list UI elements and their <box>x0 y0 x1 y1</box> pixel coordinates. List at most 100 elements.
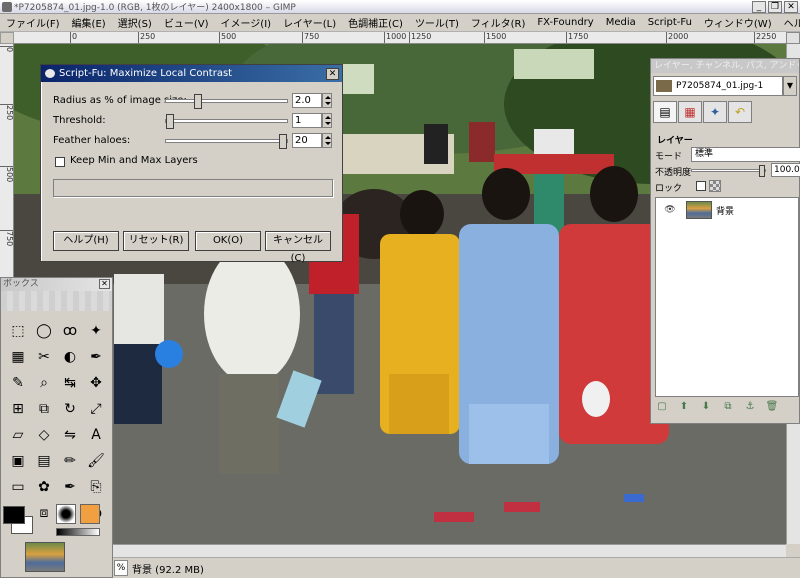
layer-actions: ▢ ⬆ ⬇ ⧉ ⚓ 🗑 <box>655 401 779 412</box>
delete-layer-icon[interactable]: 🗑 <box>765 401 779 412</box>
help-button[interactable]: ヘルプ(H) <box>53 231 119 251</box>
horizontal-ruler[interactable]: 0 250 500 750 1000 1250 1500 1750 2000 2… <box>14 32 786 44</box>
gradient-selector[interactable] <box>56 528 100 536</box>
pencil-icon[interactable]: ✏ <box>57 448 83 474</box>
fuzzy-select-icon[interactable]: ✦ <box>83 318 109 344</box>
quick-mask-corner[interactable] <box>0 32 14 44</box>
menu-windows[interactable]: ウィンドウ(W) <box>698 15 778 30</box>
ruler-tick: 1500 <box>484 32 506 43</box>
shear-icon[interactable]: ▱ <box>5 422 31 448</box>
airbrush-icon[interactable]: ✿ <box>31 474 57 500</box>
eraser-icon[interactable]: ▭ <box>5 474 31 500</box>
menu-help[interactable]: ヘルプ(H) <box>778 15 800 30</box>
close-button[interactable]: ✕ <box>784 1 798 13</box>
menu-image[interactable]: イメージ(I) <box>215 15 278 30</box>
feather-label: Feather haloes: <box>53 135 131 146</box>
menu-script-fu[interactable]: Script-Fu <box>642 17 698 28</box>
foreground-color-swatch[interactable] <box>3 506 25 524</box>
clone-icon[interactable]: ⎘ <box>83 474 109 500</box>
feather-spin-input[interactable]: 20 <box>292 133 322 148</box>
blend-icon[interactable]: ▤ <box>31 448 57 474</box>
opacity-slider-thumb[interactable] <box>759 165 765 177</box>
paths-tab-icon[interactable]: ✦ <box>703 101 727 123</box>
menu-filters[interactable]: フィルタ(R) <box>465 15 532 30</box>
menu-file[interactable]: ファイル(F) <box>0 15 66 30</box>
lasso-icon[interactable]: ꝏ <box>57 318 83 344</box>
rotate-icon[interactable]: ↻ <box>57 396 83 422</box>
raise-layer-icon[interactable]: ⬆ <box>677 401 691 412</box>
horizontal-scrollbar[interactable] <box>14 544 786 557</box>
lower-layer-icon[interactable]: ⬇ <box>699 401 713 412</box>
menu-layer[interactable]: レイヤー(L) <box>277 15 342 30</box>
menu-colors[interactable]: 色調補正(C) <box>342 15 409 30</box>
scissors-icon[interactable]: ✂ <box>31 344 57 370</box>
feather-slider-thumb[interactable] <box>279 134 287 149</box>
cancel-button[interactable]: キャンセル(C) <box>265 231 331 264</box>
channels-tab-icon[interactable]: ▦ <box>678 101 702 123</box>
align-icon[interactable]: ⊞ <box>5 396 31 422</box>
paintbrush-icon[interactable]: 🖌 <box>83 448 109 474</box>
radius-spin-input[interactable]: 2.0 <box>292 93 322 108</box>
lock-checkbox[interactable] <box>696 181 706 191</box>
anchor-layer-icon[interactable]: ⚓ <box>743 401 757 412</box>
rect-select-icon[interactable]: ⬚ <box>5 318 31 344</box>
layers-dock-title: レイヤー, チャンネル, パス, アンドゥ <box>651 59 799 73</box>
radius-slider[interactable] <box>165 94 288 109</box>
flip-icon[interactable]: ⇋ <box>57 422 83 448</box>
threshold-slider-thumb[interactable] <box>166 114 174 129</box>
foreground-select-icon[interactable]: ◐ <box>57 344 83 370</box>
brush-selector[interactable] <box>56 504 76 524</box>
dialog-close-button[interactable]: ✕ <box>326 68 339 80</box>
ellipse-select-icon[interactable]: ◯ <box>31 318 57 344</box>
measure-icon[interactable]: ↹ <box>57 370 83 396</box>
perspective-icon[interactable]: ◇ <box>31 422 57 448</box>
layers-tab-icon[interactable]: ▤ <box>653 101 677 123</box>
ink-icon[interactable]: ✒ <box>57 474 83 500</box>
active-image-thumbnail[interactable] <box>25 542 65 572</box>
undo-tab-icon[interactable]: ↶ <box>728 101 752 123</box>
threshold-spin-input[interactable]: 1 <box>292 113 322 128</box>
bucket-fill-icon[interactable]: ▣ <box>5 448 31 474</box>
visibility-eye-icon[interactable]: 👁 <box>662 205 678 215</box>
new-layer-icon[interactable]: ▢ <box>655 401 669 412</box>
threshold-spin-buttons[interactable] <box>322 113 332 128</box>
feather-slider[interactable] <box>165 134 288 149</box>
opacity-value-input[interactable]: 100.0 <box>771 163 800 177</box>
image-selector[interactable]: P7205874_01.jpg-1 <box>653 76 783 96</box>
radius-spin-buttons[interactable] <box>322 93 332 108</box>
color-picker-icon[interactable]: ✎ <box>5 370 31 396</box>
navigate-button[interactable] <box>786 32 800 44</box>
menu-select[interactable]: 選択(S) <box>112 15 158 30</box>
minimize-button[interactable]: _ <box>752 1 766 13</box>
mode-select[interactable]: 標準 <box>691 147 800 162</box>
opacity-slider[interactable] <box>691 165 766 177</box>
text-icon[interactable]: A <box>83 422 109 448</box>
keep-layers-checkbox[interactable] <box>55 157 65 167</box>
paths-icon[interactable]: ✒ <box>83 344 109 370</box>
perspective-clone-icon[interactable]: ⧈ <box>31 500 57 526</box>
layer-row[interactable]: 👁 背景 <box>656 198 798 222</box>
menu-tools[interactable]: ツール(T) <box>409 15 465 30</box>
menu-view[interactable]: ビュー(V) <box>158 15 215 30</box>
duplicate-layer-icon[interactable]: ⧉ <box>721 401 735 412</box>
crop-icon[interactable]: ⧉ <box>31 396 57 422</box>
maximize-button[interactable]: ❐ <box>768 1 782 13</box>
toolbox-close-button[interactable]: ✕ <box>99 279 110 289</box>
radius-slider-thumb[interactable] <box>194 94 202 109</box>
zoom-icon[interactable]: ⌕ <box>31 370 57 396</box>
ruler-tick: 750 <box>302 32 319 43</box>
move-icon[interactable]: ✥ <box>83 370 109 396</box>
ok-button[interactable]: OK(O) <box>195 231 261 251</box>
feather-spin-buttons[interactable] <box>322 133 332 148</box>
reset-button[interactable]: リセット(R) <box>123 231 189 251</box>
menu-fx-foundry[interactable]: FX-Foundry <box>531 17 599 28</box>
color-select-icon[interactable]: ▦ <box>5 344 31 370</box>
lock-alpha-icon[interactable] <box>709 180 721 192</box>
pattern-selector[interactable] <box>80 504 100 524</box>
image-selector-dropdown[interactable]: ▼ <box>783 76 797 96</box>
threshold-slider[interactable] <box>165 114 288 129</box>
scale-icon[interactable]: ⤢ <box>83 396 109 422</box>
zoom-unit-selector[interactable]: % <box>114 560 128 576</box>
menu-edit[interactable]: 編集(E) <box>66 15 112 30</box>
menu-media[interactable]: Media <box>600 17 642 28</box>
